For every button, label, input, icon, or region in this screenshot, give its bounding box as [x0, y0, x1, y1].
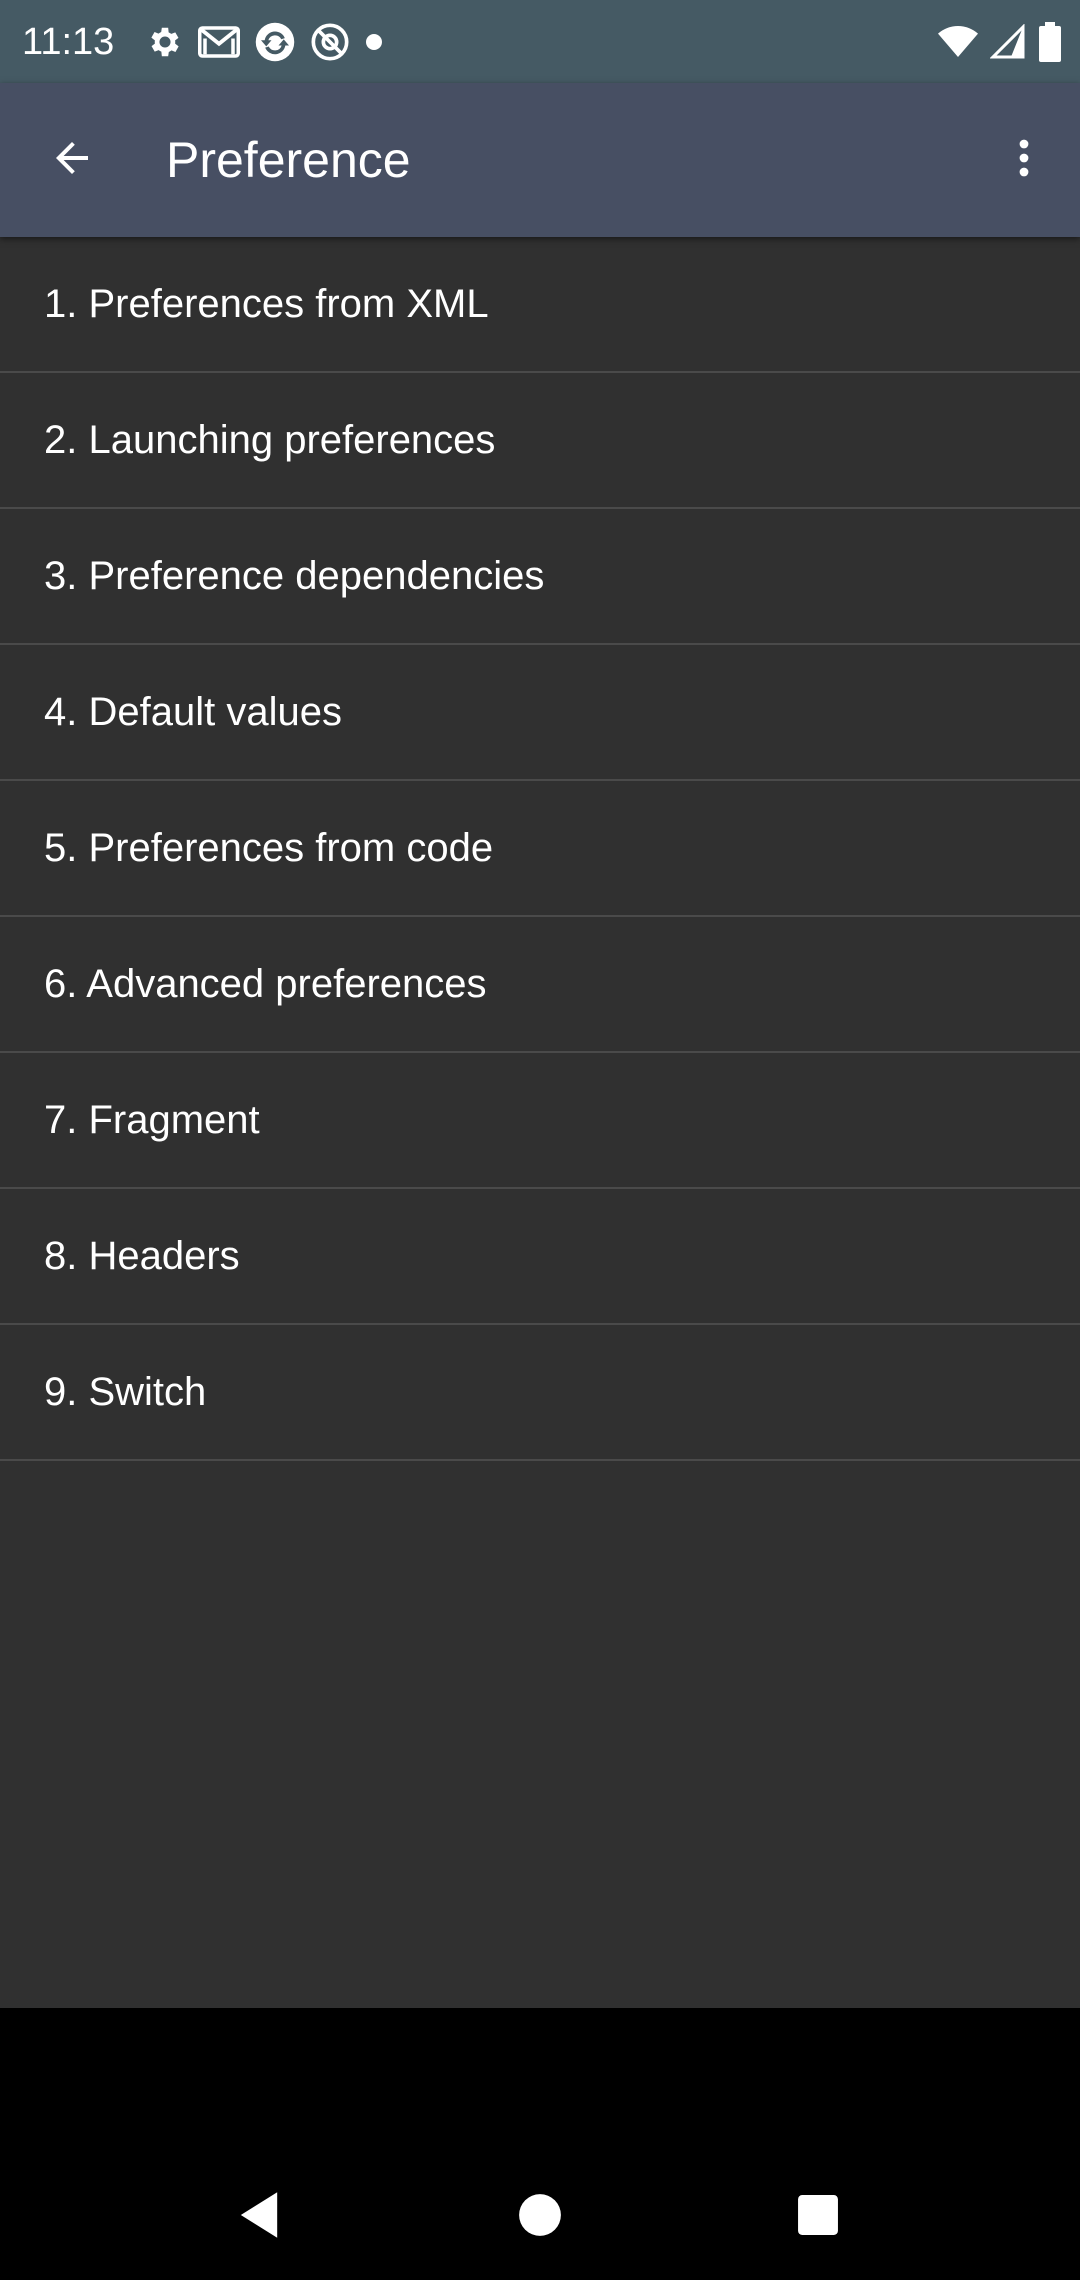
cellular-signal-icon [990, 24, 1026, 60]
nav-recents-button[interactable] [783, 2182, 853, 2252]
wifi-icon [938, 25, 978, 59]
list-item[interactable]: 1. Preferences from XML [0, 237, 1080, 373]
list-item-label: 5. Preferences from code [44, 825, 494, 870]
sync-icon [254, 21, 296, 63]
list-item[interactable]: 5. Preferences from code [0, 781, 1080, 917]
list-item-label: 7. Fragment [44, 1097, 260, 1142]
nav-home-button[interactable] [505, 2182, 575, 2252]
status-icons-right [938, 20, 1062, 64]
status-bar: 11:13 [0, 0, 1080, 83]
battery-icon [1038, 22, 1062, 62]
back-button[interactable] [32, 120, 112, 200]
list-item-label: 4. Default values [44, 689, 342, 734]
list-item[interactable]: 7. Fragment [0, 1053, 1080, 1189]
list-item[interactable]: 2. Launching preferences [0, 373, 1080, 509]
nav-back-icon [236, 2190, 282, 2245]
list-item-label: 3. Preference dependencies [44, 553, 545, 598]
navigation-bar [0, 2008, 1080, 2280]
preference-list: 1. Preferences from XML 2. Launching pre… [0, 237, 1080, 1461]
list-item[interactable]: 6. Advanced preferences [0, 917, 1080, 1053]
list-item-label: 2. Launching preferences [44, 417, 496, 462]
page-title: Preference [166, 132, 411, 188]
list-item[interactable]: 4. Default values [0, 645, 1080, 781]
nav-recents-icon [797, 2194, 839, 2241]
list-item[interactable]: 8. Headers [0, 1189, 1080, 1325]
app-bar: Preference [0, 83, 1080, 237]
gmail-icon [198, 23, 240, 61]
list-item-label: 1. Preferences from XML [44, 281, 489, 326]
dot-icon [364, 32, 384, 52]
at-sign-icon [310, 22, 350, 62]
list-item-label: 6. Advanced preferences [44, 961, 487, 1006]
settings-icon [146, 23, 184, 61]
arrow-back-icon [48, 134, 96, 187]
list-item[interactable]: 9. Switch [0, 1325, 1080, 1461]
more-vert-icon [1000, 134, 1048, 187]
list-item-label: 9. Switch [44, 1369, 207, 1414]
status-icons-left [146, 20, 384, 64]
status-time: 11:13 [22, 21, 115, 63]
list-item[interactable]: 3. Preference dependencies [0, 509, 1080, 645]
nav-home-icon [518, 2193, 562, 2242]
list-item-label: 8. Headers [44, 1233, 240, 1278]
more-options-button[interactable] [984, 120, 1064, 200]
nav-back-button[interactable] [224, 2182, 294, 2252]
screen: 11:13 Preference 1. Preferences from XML… [0, 0, 1080, 2280]
